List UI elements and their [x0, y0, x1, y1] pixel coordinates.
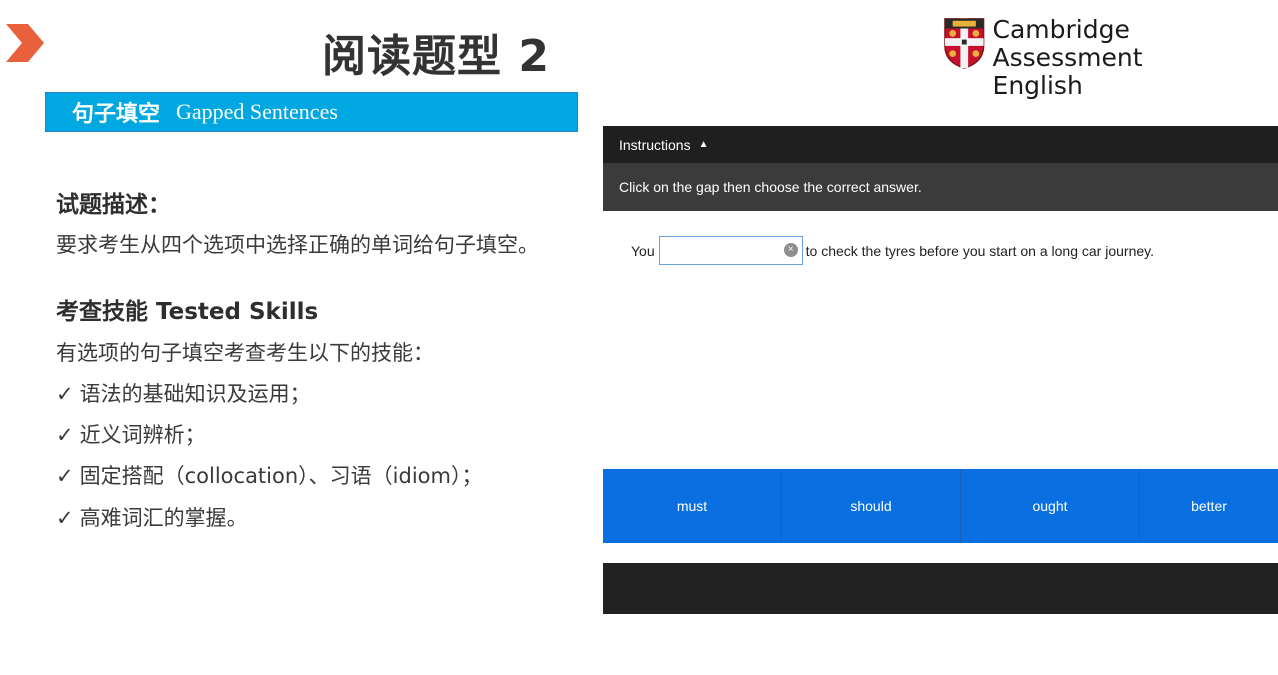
triangle-up-icon: ▲	[698, 139, 709, 150]
skill-item: ✓ 高难词汇的掌握。	[56, 502, 248, 532]
description-text: 要求考生从四个选项中选择正确的单词给句子填空。	[56, 233, 539, 257]
description-heading: 试题描述：	[56, 192, 171, 218]
banner-chinese-label: 句子填空	[72, 102, 161, 127]
answer-options: must should ought better	[603, 469, 1278, 543]
option-should-button[interactable]: should	[782, 469, 961, 543]
footer-navigation-bar	[603, 563, 1278, 614]
skill-item: ✓ 语法的基础知识及运用；	[56, 378, 311, 408]
check-icon: ✓	[56, 464, 74, 488]
instructions-text: Click on the gap then choose the correct…	[619, 179, 922, 195]
question-sentence: You × to check the tyres before you star…	[631, 236, 1154, 265]
banner-english-label: Gapped Sentences	[176, 99, 338, 124]
slide-title: 阅读题型 2	[322, 31, 550, 82]
cambridge-logo: Cambridge Assessment English	[943, 16, 1278, 100]
logo-line-2: English	[992, 71, 1083, 100]
gap-answer-field[interactable]: ×	[658, 236, 803, 265]
instructions-label: Instructions	[619, 136, 691, 153]
option-ought-button[interactable]: ought	[961, 469, 1140, 543]
instructions-toggle[interactable]: Instructions ▲	[603, 126, 1278, 163]
instructions-panel: Click on the gap then choose the correct…	[603, 163, 1278, 211]
skill-item-text: 近义词辨析；	[79, 423, 206, 447]
logo-line-1: Cambridge Assessment	[992, 15, 1143, 72]
option-must-button[interactable]: must	[603, 469, 782, 543]
skill-item: ✓ 近义词辨析；	[56, 419, 206, 449]
check-icon: ✓	[56, 506, 74, 530]
skill-item-text: 高难词汇的掌握。	[79, 506, 248, 530]
check-icon: ✓	[56, 423, 74, 447]
skill-item: ✓ 固定搭配（collocation）、习语（idiom）；	[56, 460, 482, 490]
clear-icon[interactable]: ×	[783, 243, 798, 257]
question-text-after: to check the tyres before you start on a…	[805, 242, 1154, 259]
option-better-button[interactable]: better	[1140, 469, 1278, 543]
exam-app-screenshot: Instructions ▲ Click on the gap then cho…	[603, 126, 1278, 614]
question-text-before: You	[631, 242, 655, 259]
skills-intro: 有选项的句子填空考查考生以下的技能：	[56, 341, 434, 365]
chevron-right-icon	[6, 24, 44, 62]
cambridge-shield-icon	[944, 18, 985, 69]
section-banner: 句子填空 Gapped Sentences	[45, 92, 578, 132]
skill-item-text: 语法的基础知识及运用；	[79, 382, 311, 406]
check-icon: ✓	[56, 382, 74, 406]
skill-item-text: 固定搭配（collocation）、习语（idiom）；	[79, 464, 483, 488]
skills-heading: 考查技能 Tested Skills	[56, 299, 319, 325]
